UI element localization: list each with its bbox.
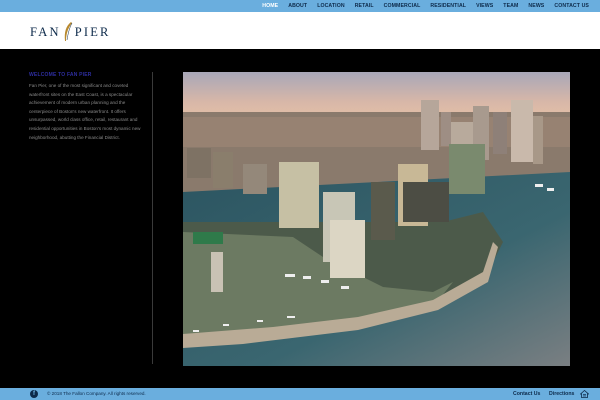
nav-contact-us[interactable]: CONTACT US <box>549 0 594 12</box>
intro-panel: WELCOME TO FAN PIER Fan Pier, one of the… <box>29 72 153 364</box>
intro-body: Fan Pier, one of the most significant an… <box>29 83 141 140</box>
nav-about[interactable]: ABOUT <box>283 0 312 12</box>
directions-link[interactable]: Directions <box>549 388 574 400</box>
intro-title: WELCOME TO FAN PIER <box>29 72 92 78</box>
top-navigation: HOME ABOUT LOCATION RETAIL COMMERCIAL RE… <box>0 0 600 12</box>
feather-icon <box>64 22 72 41</box>
nav-commercial[interactable]: COMMERCIAL <box>379 0 426 12</box>
contact-us-link[interactable]: Contact Us <box>513 388 540 400</box>
copyright-text: © 2018 The Fallon Company. All rights re… <box>47 391 146 396</box>
nav-home[interactable]: HOME <box>257 0 283 12</box>
facebook-icon[interactable]: f <box>30 390 38 398</box>
fan-pier-logo[interactable]: FAN PIER <box>30 21 111 43</box>
nav-team[interactable]: TEAM <box>498 0 523 12</box>
aerial-photo <box>183 72 570 366</box>
nav-news[interactable]: NEWS <box>523 0 549 12</box>
nav-views[interactable]: VIEWS <box>471 0 498 12</box>
nav-location[interactable]: LOCATION <box>312 0 350 12</box>
logo-text-fan: FAN <box>30 24 61 39</box>
logo-text-pier: PIER <box>74 24 111 39</box>
nav-residential[interactable]: RESIDENTIAL <box>425 0 471 12</box>
footer: f © 2018 The Fallon Company. All rights … <box>0 388 600 400</box>
header: FAN PIER <box>0 12 600 49</box>
nav-retail[interactable]: RETAIL <box>350 0 379 12</box>
hero-image <box>183 72 570 366</box>
equal-housing-icon <box>580 390 589 398</box>
